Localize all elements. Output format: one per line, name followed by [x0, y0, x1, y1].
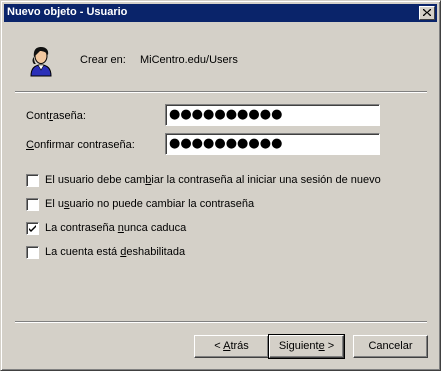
password-value: ●●●●●●●●●●	[169, 107, 283, 122]
checkbox[interactable]	[26, 174, 39, 187]
next-button[interactable]: Siguiente >	[268, 334, 345, 359]
option-label: La cuenta está deshabilitada	[45, 246, 186, 258]
option-label: El usuario no puede cambiar la contraseñ…	[45, 198, 255, 210]
checkbox[interactable]	[26, 198, 39, 211]
title-bar[interactable]: Nuevo objeto - Usuario	[4, 4, 437, 22]
separator-top	[15, 91, 427, 93]
cancel-button[interactable]: Cancelar	[353, 335, 428, 358]
option-label: La contraseña nunca caduca	[45, 222, 187, 234]
close-button[interactable]	[419, 6, 435, 20]
create-in-label: Crear en:	[80, 54, 126, 66]
user-icon	[30, 47, 52, 77]
option-label: El usuario debe cambiar la contraseña al…	[45, 174, 381, 186]
separator-bottom	[15, 321, 427, 323]
create-in-path: MiCentro.edu/Users	[140, 54, 238, 66]
checkmark-icon	[29, 225, 36, 232]
window-title: Nuevo objeto - Usuario	[7, 6, 128, 18]
confirm-password-value: ●●●●●●●●●●	[169, 136, 283, 151]
back-button[interactable]: < Atrás	[194, 335, 269, 358]
password-input[interactable]: ●●●●●●●●●●	[165, 104, 380, 126]
confirm-password-input[interactable]: ●●●●●●●●●●	[165, 133, 380, 155]
close-icon	[423, 9, 431, 16]
dialog-window: Nuevo objeto - Usuario Crear en: MiCentr…	[0, 0, 441, 371]
checkbox[interactable]	[26, 246, 39, 259]
confirm-password-label: Confirmar contraseña:	[26, 139, 135, 151]
password-label: Contraseña:	[26, 110, 86, 122]
checkbox-checked[interactable]	[26, 222, 39, 235]
